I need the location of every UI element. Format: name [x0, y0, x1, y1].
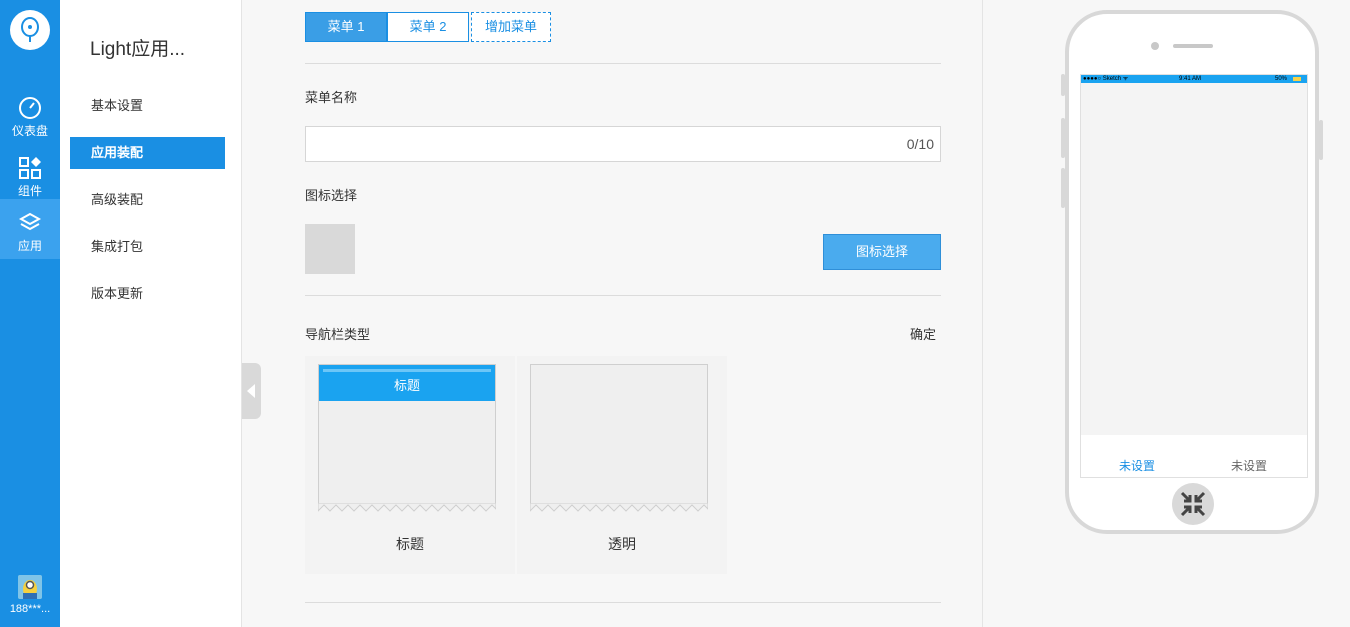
- phone-preview-panel: ●●●●○ Sketch ᯤ 9:41 AM 50% 未设置 未设置: [982, 0, 1350, 627]
- avatar[interactable]: [18, 575, 42, 599]
- status-battery: 50%: [1275, 76, 1288, 82]
- shrink-icon[interactable]: [1172, 483, 1214, 525]
- subnav-item-app-assembly[interactable]: 应用装配: [70, 137, 225, 169]
- phone-screen: ●●●●○ Sketch ᯤ 9:41 AM 50% 未设置 未设置: [1080, 74, 1308, 478]
- nav-option-preview: [530, 364, 708, 504]
- nav-option-caption: 透明: [608, 536, 636, 552]
- phone-mockup: ●●●●○ Sketch ᯤ 9:41 AM 50% 未设置 未设置: [1065, 10, 1319, 534]
- icon-select-label: 图标选择: [305, 188, 358, 203]
- camera-icon: [1151, 42, 1159, 50]
- torn-edge-icon: [318, 503, 496, 512]
- subnav-item-advanced-assembly[interactable]: 高级装配: [70, 184, 225, 216]
- rail-item-label: 应用: [17, 239, 42, 253]
- nav-option-preview: 标题: [318, 364, 496, 504]
- collapse-sidebar-handle[interactable]: [242, 363, 261, 419]
- nav-type-label: 导航栏类型: [305, 327, 371, 342]
- nav-bar-title: 标题: [393, 378, 420, 393]
- divider: [305, 295, 941, 296]
- speaker-icon: [1173, 44, 1213, 48]
- subnav-item-integration-packaging[interactable]: 集成打包: [70, 231, 225, 263]
- app-icon: [18, 212, 42, 231]
- status-bar: ●●●●○ Sketch ᯤ 9:41 AM 50%: [1081, 75, 1307, 83]
- icon-select-button[interactable]: 图标选择: [823, 234, 941, 270]
- divider: [305, 63, 941, 64]
- menu-editor: 菜单 1 菜单 2 增加菜单 菜单名称 0/10 图标选择 图标选择 导航栏类型…: [242, 0, 982, 627]
- dashboard-icon: [19, 97, 41, 119]
- rail-item-label: 组件: [17, 184, 42, 198]
- rail-item-app[interactable]: 应用: [0, 199, 60, 259]
- app-title: Light应用...: [90, 39, 186, 60]
- battery-icon: [1293, 77, 1301, 81]
- status-time: 9:41 AM: [1179, 76, 1202, 82]
- nav-option-caption: 标题: [396, 536, 424, 552]
- chevron-left-icon: [247, 384, 255, 398]
- balloon-logo-icon[interactable]: [10, 10, 50, 50]
- rail-item-dashboard[interactable]: 仪表盘: [0, 84, 60, 144]
- divider: [305, 602, 941, 603]
- add-menu-button[interactable]: 增加菜单: [471, 12, 551, 42]
- icon-preview-placeholder[interactable]: [305, 224, 355, 274]
- preview-tab-bar: 未设置 未设置: [1081, 435, 1307, 477]
- nav-option-transparent[interactable]: 透明: [517, 356, 727, 574]
- phone-side-button: [1319, 120, 1323, 160]
- user-name[interactable]: 188***...: [0, 603, 60, 615]
- tab-menu-1[interactable]: 菜单 1: [305, 12, 387, 42]
- char-counter: 0/10: [906, 136, 934, 152]
- sub-navigation: Light应用... 基本设置 应用装配 高级装配 集成打包 版本更新: [60, 0, 242, 627]
- menu-name-input[interactable]: 0/10: [305, 126, 941, 162]
- rail-item-label: 仪表盘: [11, 124, 48, 138]
- subnav-item-version-update[interactable]: 版本更新: [70, 278, 225, 310]
- confirm-button[interactable]: 确定: [910, 324, 936, 343]
- components-icon: [19, 157, 41, 179]
- menu-name-label: 菜单名称: [305, 90, 358, 105]
- torn-edge-icon: [530, 503, 708, 512]
- rail-item-components[interactable]: 组件: [0, 144, 60, 204]
- tab-menu-2[interactable]: 菜单 2: [387, 12, 469, 42]
- nav-option-title[interactable]: 标题 标题: [305, 356, 515, 574]
- status-carrier: ●●●●○ Sketch ᯤ: [1083, 76, 1129, 82]
- nav-bar-preview: 标题: [319, 365, 495, 401]
- preview-tab-2[interactable]: 未设置: [1231, 457, 1267, 474]
- subnav-item-basic-settings[interactable]: 基本设置: [70, 90, 225, 122]
- preview-tab-1[interactable]: 未设置: [1119, 457, 1155, 474]
- icon-rail: 仪表盘 组件 应用 188***...: [0, 0, 60, 627]
